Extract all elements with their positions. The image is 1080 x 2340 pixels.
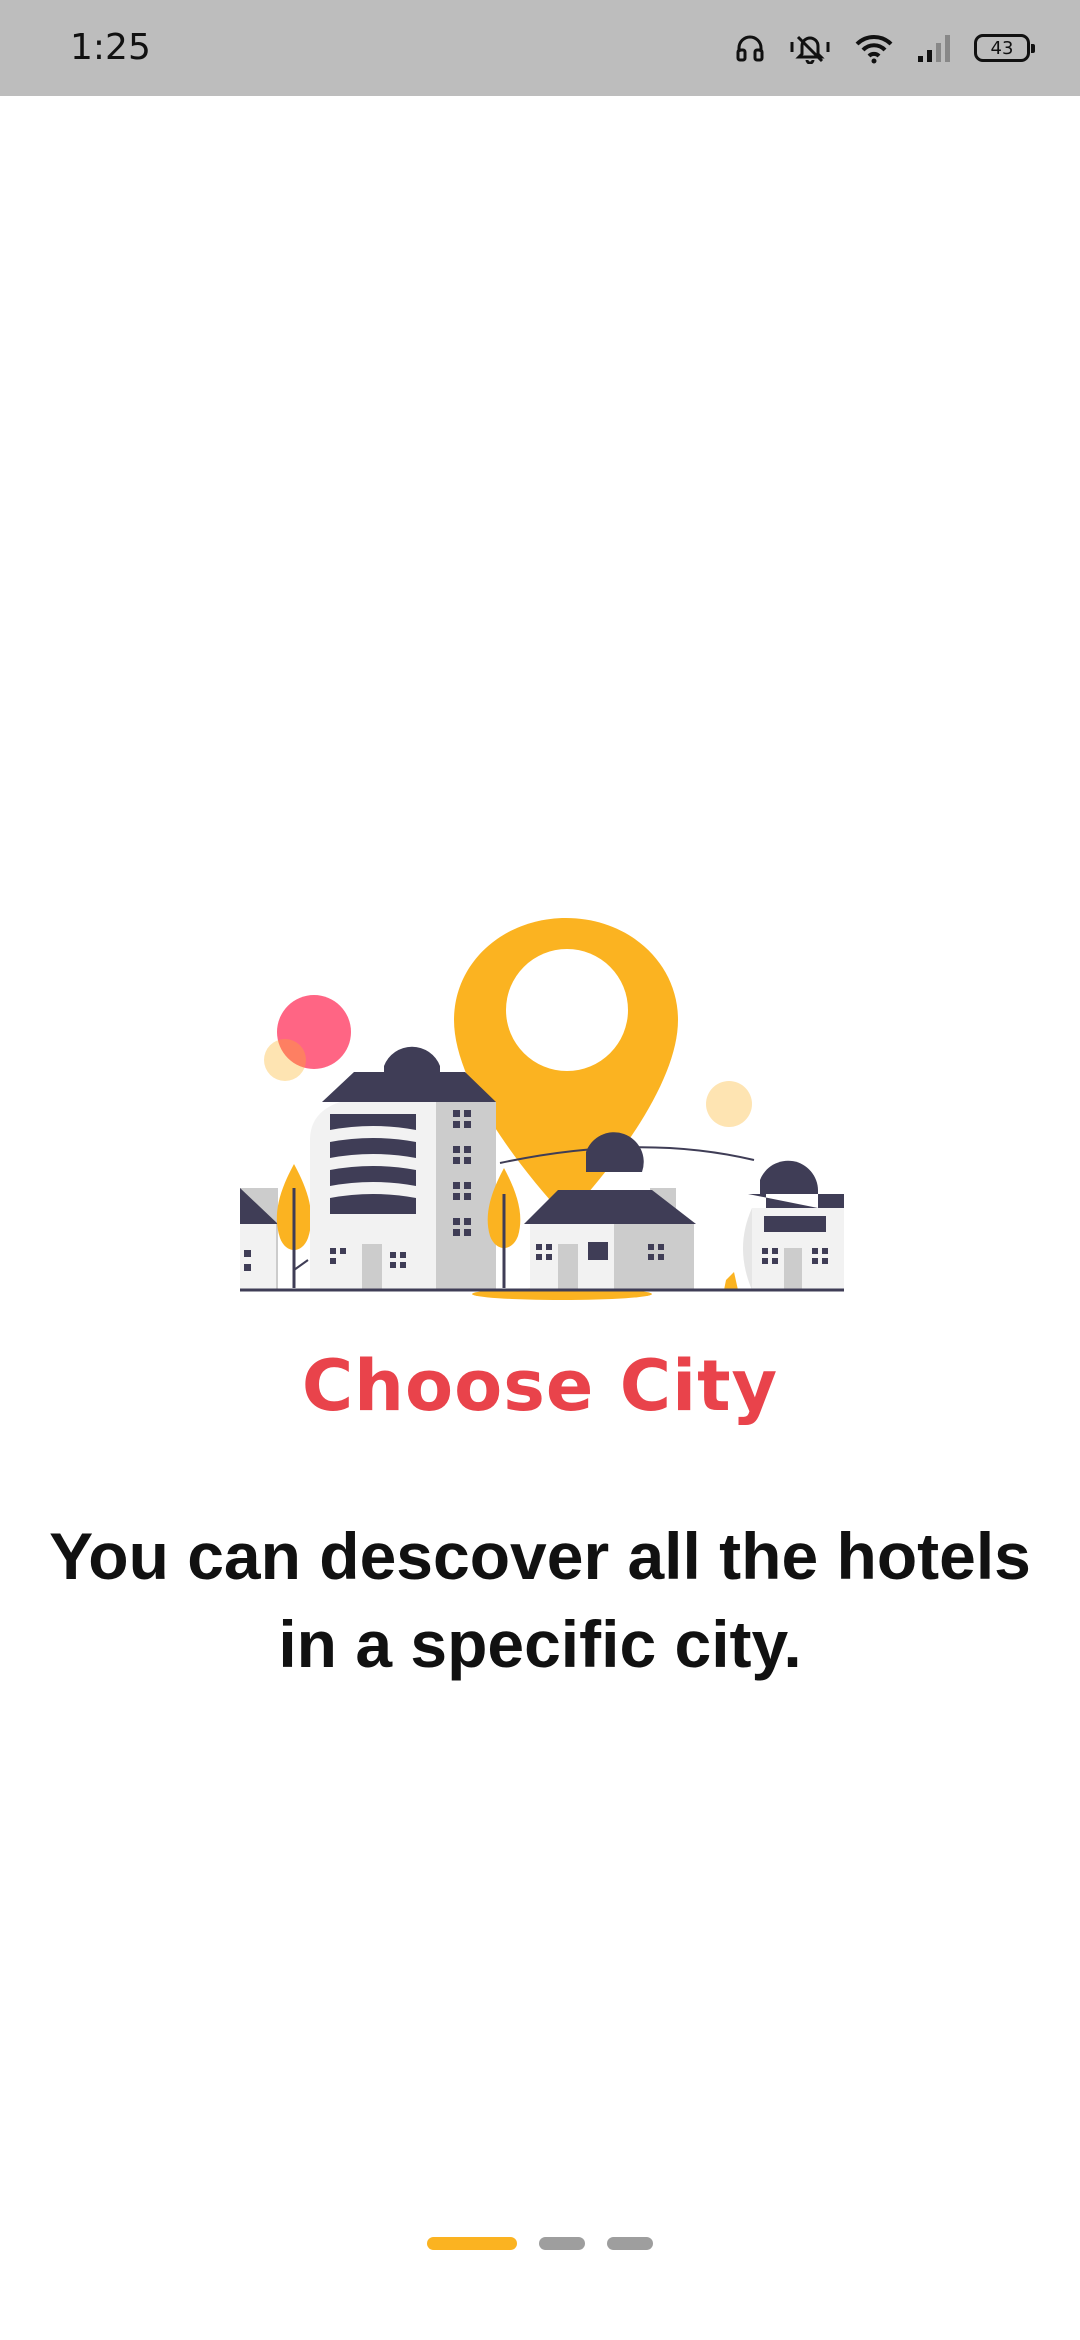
light-circle-left (264, 1039, 306, 1081)
onboarding-screen: 1:25 43 Choose City You can descover all… (0, 0, 1080, 2340)
status-bar: 1:25 43 (0, 0, 1080, 96)
city-illustration (240, 918, 844, 1302)
onboarding-description: You can descover all the hotels in a spe… (49, 1519, 1031, 1681)
vibrate-icon (788, 32, 832, 64)
light-circle-right (706, 1081, 752, 1127)
battery-icon: 43 (974, 34, 1035, 62)
wifi-icon (854, 32, 894, 64)
tree-left (276, 1164, 312, 1288)
right-house (743, 1160, 844, 1290)
page-indicator (0, 2236, 1080, 2250)
small-plant (724, 1272, 738, 1290)
city-location-pin-illustration (240, 918, 844, 1300)
signal-icon (916, 32, 952, 64)
status-icons: 43 (734, 24, 1035, 72)
status-time: 1:25 (70, 27, 151, 68)
onboarding-title: Choose City (301, 1345, 779, 1427)
page-dot-2[interactable] (539, 2236, 585, 2250)
page-dot-3[interactable] (607, 2236, 653, 2250)
tall-building (310, 1046, 496, 1290)
left-small-house (240, 1188, 278, 1290)
headphones-icon (734, 32, 766, 64)
page-dot-1[interactable] (427, 2236, 517, 2250)
